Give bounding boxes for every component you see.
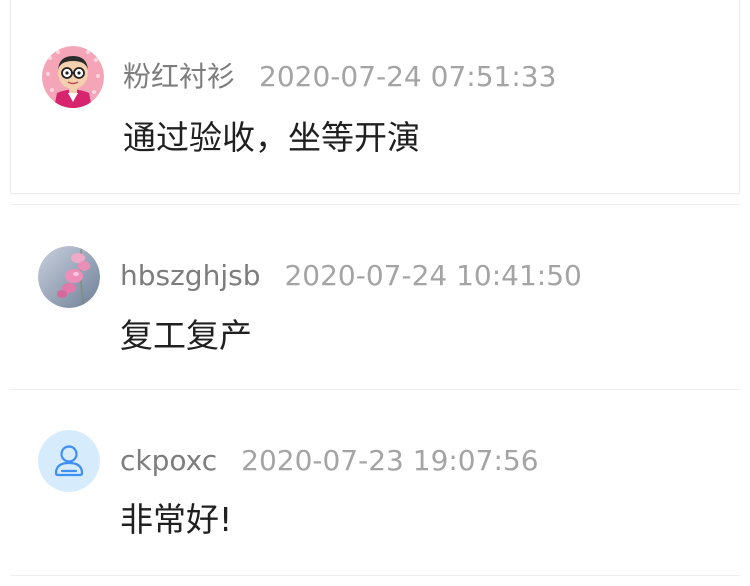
username[interactable]: hbszghjsb [120,259,260,292]
comment-text: 复工复产 [120,316,252,355]
cartoon-face-avatar-icon [42,46,104,108]
avatar[interactable] [38,246,100,308]
avatar[interactable] [42,46,104,108]
default-user-avatar-icon [38,430,100,492]
avatar[interactable] [38,430,100,492]
timestamp: 2020-07-24 10:41:50 [284,259,582,292]
username[interactable]: 粉红衬衫 [123,60,235,93]
timestamp: 2020-07-23 19:07:56 [241,444,539,477]
comment-item: ckpoxc 2020-07-23 19:07:56 非常好! [10,390,740,576]
flower-photo-avatar-icon [38,246,100,308]
comment-meta: hbszghjsb 2020-07-24 10:41:50 [120,259,582,293]
username[interactable]: ckpoxc [120,444,217,477]
comment-list: 粉红衬衫 2020-07-24 07:51:33 通过验收，坐等开演 hbszg… [0,0,750,586]
comment-item: hbszghjsb 2020-07-24 10:41:50 复工复产 [10,204,740,390]
comment-text: 非常好! [120,500,233,539]
comment-text: 通过验收，坐等开演 [123,118,420,157]
comment-meta: ckpoxc 2020-07-23 19:07:56 [120,444,539,478]
comment-meta: 粉红衬衫 2020-07-24 07:51:33 [123,60,556,94]
comment-item: 粉红衬衫 2020-07-24 07:51:33 通过验收，坐等开演 [10,0,740,194]
timestamp: 2020-07-24 07:51:33 [259,60,557,93]
